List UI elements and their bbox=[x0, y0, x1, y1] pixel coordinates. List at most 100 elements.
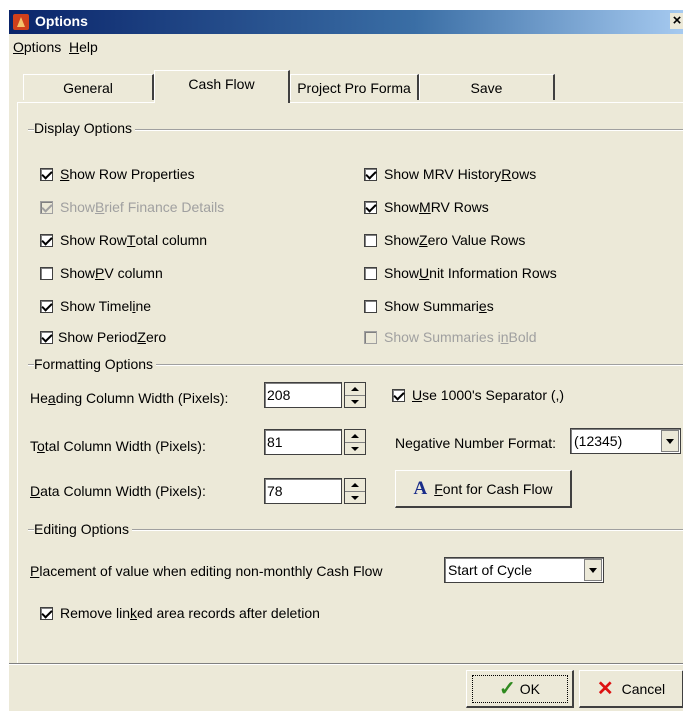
checkbox-mark bbox=[364, 200, 377, 214]
close-button[interactable]: × bbox=[670, 13, 683, 29]
checkbox-mark bbox=[364, 233, 377, 247]
menu-options-hotkey: O bbox=[13, 39, 24, 55]
menu-help-hotkey: H bbox=[69, 39, 80, 55]
cancel-button[interactable]: ✕ Cancel bbox=[579, 670, 683, 708]
chevron-down-icon[interactable] bbox=[661, 430, 679, 452]
app-icon bbox=[13, 14, 29, 30]
label-pre: Show bbox=[60, 199, 96, 215]
menu-help[interactable]: Help bbox=[69, 39, 98, 55]
negative-number-format-label: Negative Number Format: bbox=[395, 435, 557, 451]
label-pre: T bbox=[30, 438, 37, 454]
label-hotkey: M bbox=[419, 199, 431, 215]
checkbox-mark bbox=[40, 330, 53, 344]
label-post: V column bbox=[104, 265, 163, 281]
formatting-options-heading: Formatting Options bbox=[34, 356, 157, 372]
editing-options-heading: Editing Options bbox=[34, 521, 132, 537]
title-bar: Options × bbox=[9, 10, 683, 34]
show-row-properties-checkbox[interactable]: Show Row Properties bbox=[40, 166, 195, 182]
label-hotkey: U bbox=[412, 387, 423, 403]
checkbox-mark bbox=[364, 266, 377, 280]
heading-column-width-spinner[interactable] bbox=[344, 382, 366, 408]
label-post: lacement of value when editing non-month… bbox=[39, 563, 383, 579]
label-post: se 1000's Separator (,) bbox=[422, 387, 565, 403]
label-pre: Show bbox=[384, 199, 420, 215]
placement-of-value-select[interactable]: Start of Cycle bbox=[444, 557, 604, 583]
ok-button[interactable]: ✓ OK bbox=[466, 670, 574, 708]
cancel-label: Cancel bbox=[621, 680, 666, 697]
label-pre: Show bbox=[60, 265, 96, 281]
check-icon: ✓ bbox=[499, 678, 516, 700]
checkbox-mark bbox=[364, 167, 377, 181]
select-value: Start of Cycle bbox=[448, 562, 533, 578]
tab-project-pro-forma[interactable]: Project Pro Forma bbox=[290, 74, 419, 100]
label-post: rief Finance Details bbox=[104, 199, 225, 215]
font-for-cash-flow-button[interactable]: A Font for Cash Flow bbox=[395, 470, 572, 508]
label-pre: Show bbox=[384, 265, 420, 281]
label-hotkey: P bbox=[95, 265, 105, 281]
select-value: (12345) bbox=[574, 433, 623, 449]
display-options-heading: Display Options bbox=[34, 120, 136, 136]
label-hotkey: a bbox=[47, 390, 56, 406]
label-pre: Show bbox=[384, 232, 420, 248]
data-column-width-spinner[interactable] bbox=[344, 478, 366, 504]
total-column-width-spinner[interactable] bbox=[344, 429, 366, 455]
label-pre: Show Summaries i bbox=[384, 329, 501, 345]
data-column-width-label: Data Column Width (Pixels): bbox=[30, 483, 206, 499]
label-pre: Show Period bbox=[58, 329, 138, 345]
label-hotkey: P bbox=[30, 563, 40, 579]
spin-up-icon[interactable] bbox=[345, 383, 365, 396]
tab-general[interactable]: General bbox=[23, 74, 154, 100]
show-summaries-checkbox[interactable]: Show Summari e s bbox=[364, 298, 494, 314]
chevron-down-icon[interactable] bbox=[584, 559, 602, 581]
close-icon: ✕ bbox=[596, 678, 614, 700]
show-mrv-history-rows-checkbox[interactable]: Show MRV History Rows bbox=[364, 166, 536, 182]
checkbox-mark bbox=[40, 606, 53, 620]
show-row-total-column-checkbox[interactable]: Show Row Total column bbox=[40, 232, 207, 248]
cash-flow-panel: Display Options Show Row Properties Show… bbox=[17, 102, 683, 663]
use-1000s-separator-checkbox[interactable]: Use 1000's Separator (,) bbox=[392, 387, 564, 403]
data-column-width-input[interactable] bbox=[264, 478, 342, 504]
checkbox-mark bbox=[40, 299, 53, 313]
menu-options[interactable]: Options bbox=[13, 39, 61, 55]
negative-number-format-select[interactable]: (12345) bbox=[570, 428, 681, 454]
show-pv-column-checkbox[interactable]: Show PV column bbox=[40, 265, 163, 281]
label-hotkey: U bbox=[419, 265, 430, 281]
tab-cash-flow[interactable]: Cash Flow bbox=[154, 70, 290, 103]
label-post: otal column bbox=[135, 232, 208, 248]
spin-down-icon[interactable] bbox=[345, 443, 365, 455]
checkbox-mark bbox=[364, 330, 377, 344]
label-hotkey: k bbox=[130, 605, 138, 621]
total-column-width-input[interactable] bbox=[264, 429, 342, 455]
checkbox-mark bbox=[364, 299, 377, 313]
label-hotkey: B bbox=[95, 199, 105, 215]
label-hotkey: D bbox=[30, 483, 41, 499]
label-pre: Remove lin bbox=[60, 605, 131, 621]
label-post: ero Value Rows bbox=[427, 232, 526, 248]
placement-of-value-label: Placement of value when editing non-mont… bbox=[30, 563, 383, 579]
label-hotkey: e bbox=[478, 298, 487, 314]
show-brief-finance-details-checkbox: Show Brief Finance Details bbox=[40, 199, 224, 215]
spin-down-icon[interactable] bbox=[345, 396, 365, 408]
bottom-divider bbox=[9, 663, 683, 665]
show-timeline-checkbox[interactable]: Show Timel i ne bbox=[40, 298, 151, 314]
ok-focus-ring: ✓ OK bbox=[471, 674, 568, 703]
heading-column-width-input[interactable] bbox=[264, 382, 342, 408]
label-hotkey: Z bbox=[419, 232, 428, 248]
spin-down-icon[interactable] bbox=[345, 492, 365, 504]
checkbox-mark bbox=[40, 167, 53, 181]
show-summaries-in-bold-checkbox: Show Summaries in Bold bbox=[364, 329, 537, 345]
menu-options-label: ptions bbox=[23, 39, 62, 55]
tab-save[interactable]: Save bbox=[419, 74, 555, 100]
show-period-zero-checkbox[interactable]: Show Period Zero bbox=[40, 329, 166, 345]
show-unit-information-rows-checkbox[interactable]: Show Unit Information Rows bbox=[364, 265, 557, 281]
label-post: ed area records after deletion bbox=[137, 605, 320, 621]
show-mrv-rows-checkbox[interactable]: Show M RV Rows bbox=[364, 199, 489, 215]
spin-up-icon[interactable] bbox=[345, 430, 365, 443]
remove-linked-area-records-checkbox[interactable]: Remove lin k ed area records after deletio… bbox=[40, 605, 320, 621]
show-zero-value-rows-checkbox[interactable]: Show Zero Value Rows bbox=[364, 232, 525, 248]
label-hotkey: o bbox=[37, 438, 45, 454]
label-hotkey: F bbox=[434, 480, 443, 497]
spin-up-icon[interactable] bbox=[345, 479, 365, 492]
label-pre: Show Timel bbox=[60, 298, 133, 314]
label-hotkey: T bbox=[126, 232, 136, 248]
